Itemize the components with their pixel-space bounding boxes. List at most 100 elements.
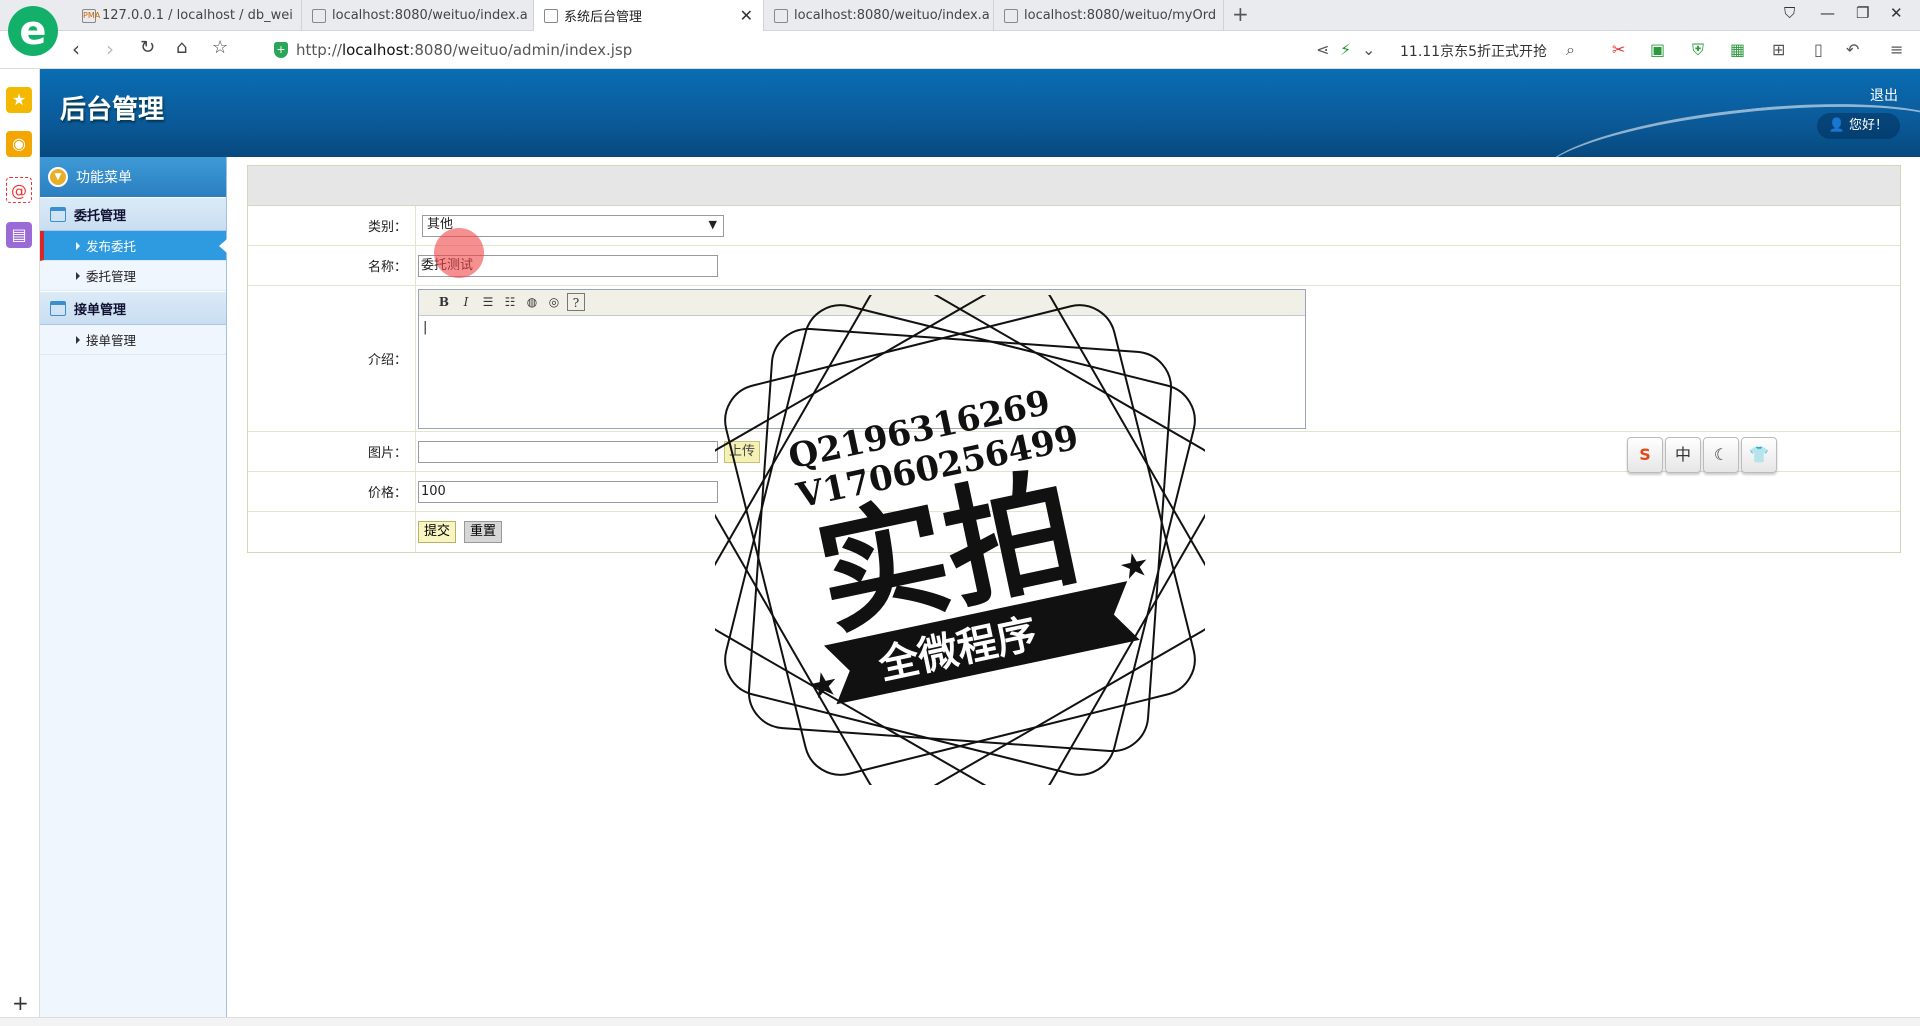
sidebar-item-publish[interactable]: 发布委托: [40, 231, 227, 261]
unordered-list-icon[interactable]: ☷: [501, 293, 519, 311]
game-icon[interactable]: ▦: [1730, 40, 1745, 59]
page-icon: [544, 8, 558, 23]
sogou-logo-icon[interactable]: S: [1627, 437, 1663, 473]
item-label: 委托管理: [86, 269, 137, 284]
mouse-click-highlight: [434, 228, 484, 278]
lightning-icon[interactable]: ⚡: [1340, 40, 1351, 59]
browser-tab-1[interactable]: PMA 127.0.0.1 / localhost / db_wei: [72, 0, 302, 31]
reload-icon[interactable]: ↻: [140, 37, 155, 58]
close-window-icon[interactable]: ✕: [1890, 4, 1903, 22]
weibo-icon[interactable]: ◉: [6, 131, 32, 157]
price-input[interactable]: 100: [418, 480, 718, 503]
comic-icon[interactable]: ▤: [6, 222, 32, 248]
shirt-icon[interactable]: ⛉: [1784, 4, 1795, 22]
apps-icon[interactable]: ⊞: [1772, 40, 1785, 59]
caret-right-icon: [76, 241, 80, 250]
new-tab-icon[interactable]: +: [1232, 2, 1249, 26]
form-row-name: 名称： 委托测试: [248, 246, 1900, 286]
share-icon[interactable]: ⋖: [1316, 40, 1329, 59]
star-icon: ★: [804, 663, 842, 708]
image-path-input[interactable]: [418, 440, 718, 463]
group-label: 委托管理: [74, 208, 127, 224]
sidebar-item-weituo-manage[interactable]: 委托管理: [40, 261, 226, 291]
promo-text[interactable]: 11.11京东5折正式开抢: [1400, 41, 1547, 61]
back-icon[interactable]: ‹: [72, 37, 80, 61]
sidebar: ▼ 功能菜单 委托管理 发布委托 委托管理 接单管理 接单管理: [40, 157, 227, 1017]
dropdown-arrow-icon: ▼: [708, 217, 717, 231]
search-icon[interactable]: ⌕: [1566, 40, 1575, 60]
watermark-stamp: Q2196316269 V17060256499 实拍 全微程序 ★ ★: [715, 295, 1205, 785]
form-row-category: 类别： 其他 ▼: [248, 206, 1900, 246]
menu-title-label: 功能菜单: [76, 170, 132, 186]
browser-tab-3-active[interactable]: 系统后台管理 ✕: [534, 0, 764, 31]
name-label: 名称：: [248, 246, 416, 285]
star-icon: ★: [1115, 544, 1153, 589]
page-icon: [1004, 8, 1018, 23]
mail-icon[interactable]: @: [6, 177, 32, 203]
submit-button[interactable]: 提交: [418, 521, 457, 543]
tab-label: localhost:8080/weituo/index.a: [332, 8, 528, 23]
sidebar-group-orders[interactable]: 接单管理: [40, 291, 226, 325]
price-label: 价格：: [248, 472, 416, 511]
phpmyadmin-icon: PMA: [82, 8, 100, 23]
close-tab-icon[interactable]: ✕: [732, 6, 753, 25]
sidebar-group-weituo[interactable]: 委托管理: [40, 197, 226, 231]
minimize-icon[interactable]: —: [1820, 4, 1835, 22]
home-icon[interactable]: ⌂: [176, 37, 187, 58]
url-path: :8080/weituo/admin/index.jsp: [409, 41, 633, 59]
page-icon: [774, 8, 788, 23]
menu-icon[interactable]: ≡: [1890, 40, 1903, 59]
translate-icon[interactable]: ▣: [1650, 40, 1665, 59]
browser-side-rail: ★ ◉ @ ▤ +: [0, 69, 40, 1026]
chevron-down-icon[interactable]: ⌄: [1362, 40, 1375, 59]
address-bar: ‹ › ↻ ⌂ ☆ + http://localhost:8080/weituo…: [0, 31, 1920, 69]
user-greeting-badge[interactable]: 👤 您好！: [1816, 113, 1900, 139]
browser-logo-icon[interactable]: e: [8, 6, 58, 56]
secure-shield-icon: +: [274, 42, 288, 58]
group-label: 接单管理: [74, 302, 127, 318]
page-icon: [312, 8, 326, 23]
moon-icon[interactable]: ☾: [1703, 437, 1739, 473]
ime-chinese-mode[interactable]: 中: [1665, 437, 1701, 473]
forward-icon[interactable]: ›: [106, 37, 114, 61]
actions-label-spacer: [248, 512, 416, 552]
ime-toolbar: S 中 ☾ 👕: [1627, 437, 1777, 473]
logout-link[interactable]: 退出: [1870, 85, 1898, 105]
item-label: 接单管理: [86, 333, 137, 348]
calendar-icon: [50, 206, 66, 222]
browser-tab-4[interactable]: localhost:8080/weituo/index.a: [764, 0, 994, 31]
tab-label: localhost:8080/weituo/index.a: [794, 8, 990, 23]
ordered-list-icon[interactable]: ☰: [479, 293, 497, 311]
tablet-icon[interactable]: ▯: [1814, 40, 1823, 59]
browser-tab-5[interactable]: localhost:8080/weituo/myOrd: [994, 0, 1224, 31]
reset-button[interactable]: 重置: [464, 521, 503, 543]
italic-icon[interactable]: I: [457, 293, 475, 311]
sidebar-menu-title[interactable]: ▼ 功能菜单: [40, 157, 226, 197]
tab-label: 系统后台管理: [564, 10, 643, 25]
app-header: 后台管理 退出 👤 您好！: [40, 69, 1920, 157]
scissors-icon[interactable]: ✂: [1612, 40, 1625, 59]
browser-tab-2[interactable]: localhost:8080/weituo/index.a: [302, 0, 534, 31]
user-icon: 👤: [1828, 118, 1849, 133]
text-caret: |: [423, 319, 428, 335]
favorites-star-icon[interactable]: ★: [6, 87, 32, 113]
sidebar-item-orders-manage[interactable]: 接单管理: [40, 325, 226, 355]
tab-label: 127.0.0.1 / localhost / db_wei: [102, 8, 293, 23]
undo-icon[interactable]: ↶: [1846, 40, 1859, 59]
caret-right-icon: [76, 335, 80, 344]
link-icon[interactable]: ◍: [523, 293, 541, 311]
tab-label: localhost:8080/weituo/myOrd: [1024, 8, 1217, 23]
add-rail-icon[interactable]: +: [12, 991, 29, 1015]
skin-shirt-icon[interactable]: 👕: [1741, 437, 1777, 473]
category-label: 类别：: [248, 206, 416, 245]
shield-icon[interactable]: ⛨: [1692, 40, 1704, 60]
browser-tab-bar: PMA 127.0.0.1 / localhost / db_wei local…: [0, 0, 1920, 31]
url-host: localhost: [341, 41, 410, 59]
restore-icon[interactable]: ❐: [1856, 4, 1869, 22]
unlink-icon[interactable]: ◎: [545, 293, 563, 311]
star-icon[interactable]: ☆: [212, 37, 228, 58]
caret-right-icon: [76, 271, 80, 280]
bold-icon[interactable]: B: [435, 293, 453, 311]
url-field[interactable]: http://localhost:8080/weituo/admin/index…: [296, 41, 632, 59]
help-icon[interactable]: ?: [567, 293, 585, 311]
